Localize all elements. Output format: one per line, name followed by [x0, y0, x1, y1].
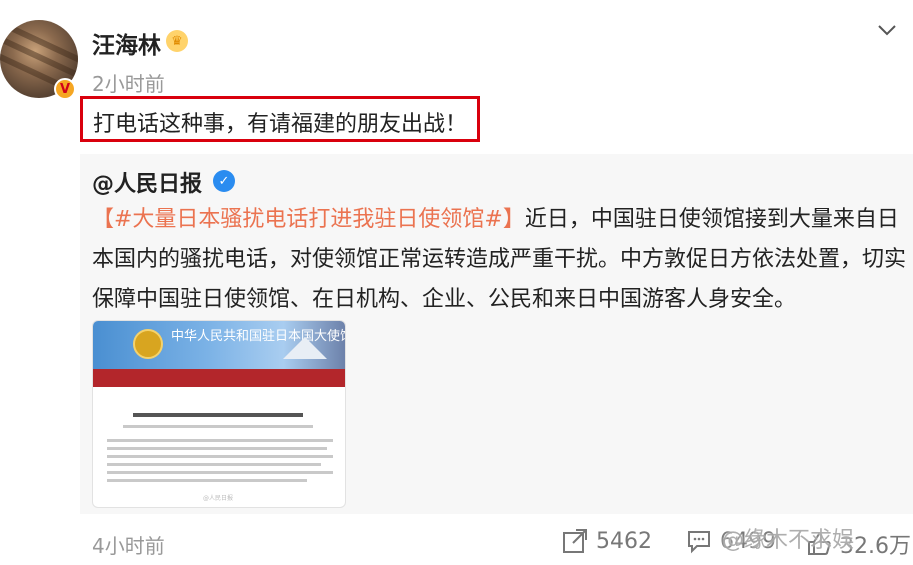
emblem-icon: [133, 329, 163, 359]
username[interactable]: 汪海林: [92, 26, 161, 60]
comment-icon: [688, 531, 710, 554]
repost-body: 【#大量日本骚扰电话打进我驻日使领馆#】近日，中国驻日使领馆接到大量来自日本国内…: [92, 200, 907, 320]
crown-badge-icon: ♛: [166, 30, 188, 52]
verified-v-icon: V: [54, 78, 76, 100]
overlay-watermark: @缘木不求娱: [722, 528, 855, 553]
post-text: 打电话这种事，有请福建的朋友出战！: [80, 96, 480, 142]
image-heading-line: [133, 413, 303, 417]
post-timestamp[interactable]: 2小时前: [92, 68, 165, 97]
topic-link[interactable]: 【#大量日本骚扰电话打进我驻日使领馆#】: [92, 207, 525, 232]
chevron-down-icon[interactable]: [875, 18, 899, 42]
mountain-icon: [283, 337, 327, 359]
share-count: 5462: [596, 528, 652, 554]
verified-check-icon: ✓: [213, 170, 235, 192]
share-icon: [563, 529, 587, 553]
image-watermark: @人民日报: [203, 495, 234, 502]
image-nav-bar: [93, 369, 345, 387]
repost-timestamp[interactable]: 4小时前: [92, 530, 165, 559]
repost-image[interactable]: 中华人民共和国驻日本国大使馆 @人民日报: [92, 320, 346, 508]
share-button[interactable]: 5462: [562, 528, 652, 554]
repost-card[interactable]: @人民日报 ✓ 【#大量日本骚扰电话打进我驻日使领馆#】近日，中国驻日使领馆接到…: [80, 154, 913, 514]
repost-author[interactable]: @人民日报: [92, 166, 202, 198]
